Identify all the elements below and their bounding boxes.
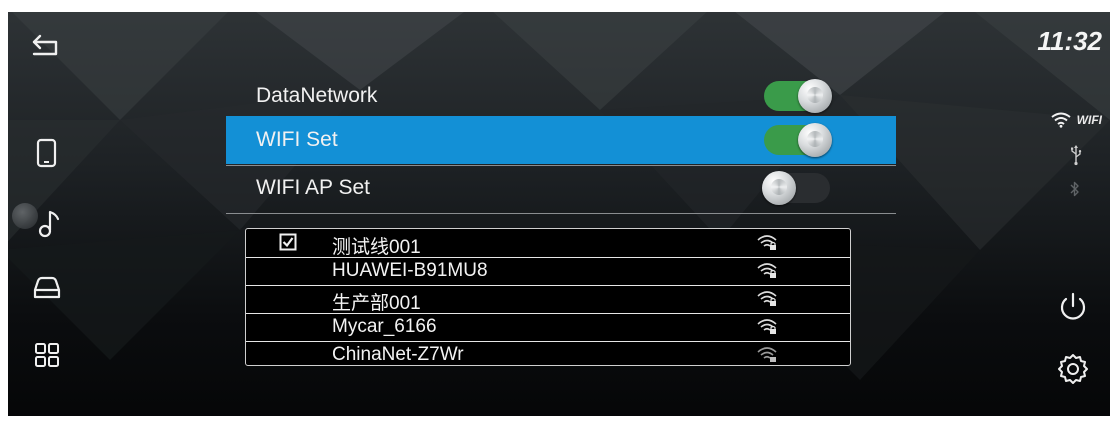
music-note-icon — [38, 210, 60, 238]
gear-icon — [1058, 354, 1088, 384]
power-button[interactable] — [1056, 290, 1090, 324]
setting-label: WIFI Set — [256, 128, 338, 151]
datanetwork-toggle[interactable] — [764, 79, 832, 113]
wifi-network-item[interactable]: Mycar_6166 — [246, 313, 850, 342]
wifi-network-item[interactable]: 测试线001 — [246, 229, 850, 258]
divider — [226, 213, 896, 214]
car-icon — [33, 276, 61, 299]
toggle-thumb — [798, 79, 832, 113]
toggle-thumb — [798, 123, 832, 157]
wifi-lock-icon — [757, 291, 777, 306]
wifi-status-label: WIFI — [1076, 113, 1102, 127]
apps-grid-icon — [35, 343, 59, 367]
back-icon — [32, 34, 58, 56]
wifi-ssid: Mycar_6166 — [332, 316, 437, 337]
bluetooth-icon — [1070, 181, 1079, 197]
wifi-ap-set-toggle[interactable] — [762, 171, 830, 205]
wifi-network-item[interactable]: ChinaNet-Z7Wr — [246, 341, 850, 365]
wifi-icon — [1051, 112, 1071, 128]
back-button[interactable] — [30, 28, 64, 62]
wifi-lock-icon — [757, 319, 777, 334]
music-button[interactable] — [30, 208, 64, 242]
setting-label: WIFI AP Set — [256, 176, 370, 199]
car-button[interactable] — [30, 270, 64, 304]
clock: 11:32 — [1037, 26, 1102, 56]
phone-button[interactable] — [30, 136, 64, 170]
setting-label: DataNetwork — [256, 84, 378, 107]
wifi-lock-icon — [757, 235, 777, 250]
checkbox-checked-icon — [279, 233, 297, 251]
toggle-thumb — [762, 171, 796, 205]
wifi-ssid: 测试线001 — [332, 237, 421, 258]
phone-icon — [36, 138, 57, 168]
wifi-status: WIFI — [1051, 112, 1102, 128]
screen: DataNetwork WIFI Set WIFI AP Set 测试线001 — [0, 0, 1110, 422]
usb-icon — [1071, 145, 1082, 166]
wifi-ssid: 生产部001 — [332, 293, 421, 314]
apps-button[interactable] — [30, 338, 64, 372]
wifi-lock-icon — [757, 347, 777, 362]
wifi-network-item[interactable]: HUAWEI-B91MU8 — [246, 257, 850, 286]
wifi-lock-icon — [757, 263, 777, 278]
settings-button[interactable] — [1056, 352, 1090, 386]
frame-bottom — [0, 416, 1110, 422]
wifi-network-item[interactable]: 生产部001 — [246, 285, 850, 314]
frame-left — [0, 0, 8, 422]
wifi-ssid: HUAWEI-B91MU8 — [332, 260, 488, 281]
frame-top — [0, 0, 1110, 12]
wifi-ssid: ChinaNet-Z7Wr — [332, 344, 464, 365]
wifi-network-list[interactable]: 测试线001 HUAWEI-B91MU8 生产部001 Mycar_6166 C… — [245, 228, 851, 366]
wifi-set-toggle[interactable] — [764, 123, 832, 157]
power-icon — [1060, 292, 1086, 320]
